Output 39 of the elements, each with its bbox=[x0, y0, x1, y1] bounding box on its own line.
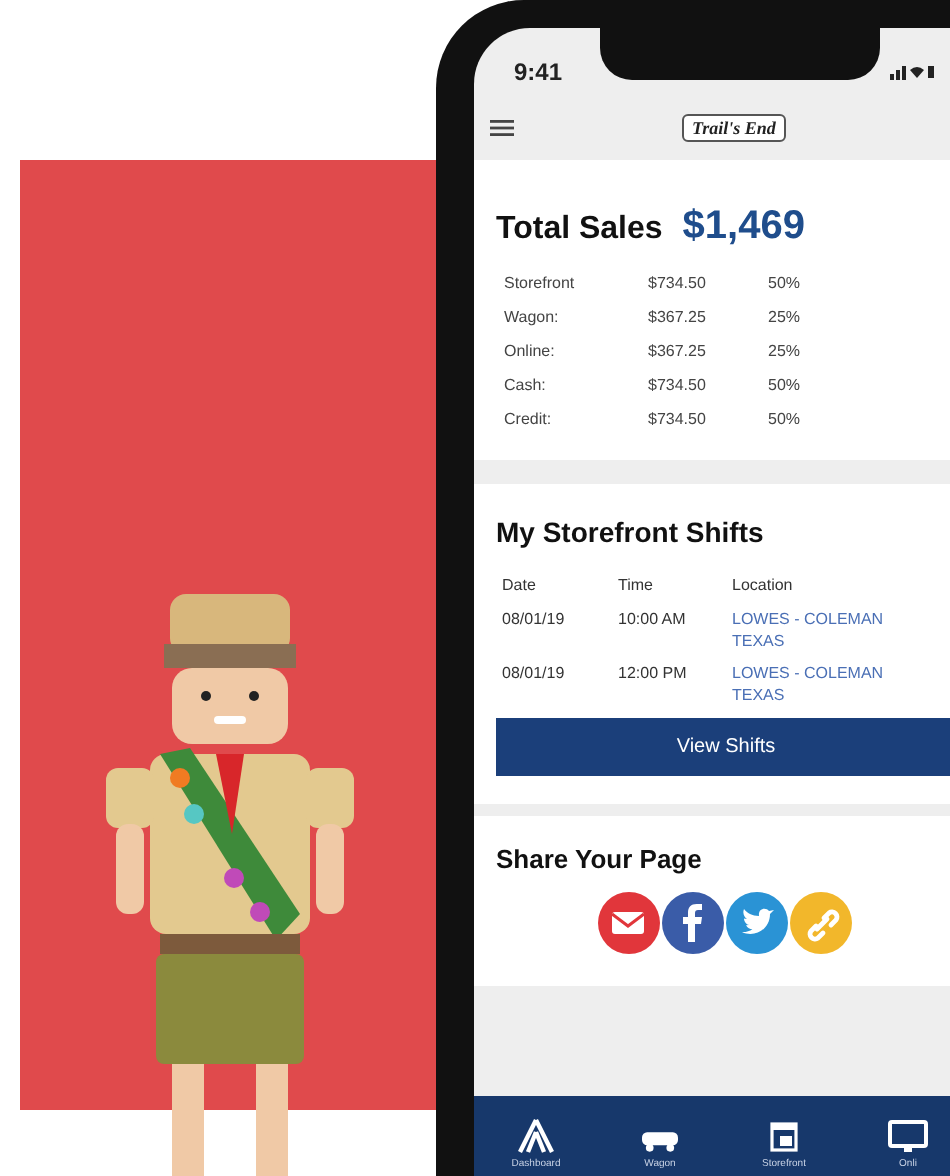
share-value: 25% bbox=[768, 340, 801, 364]
table-cell-text: 08/01/19 bbox=[502, 608, 567, 632]
table-cell-text: 12:00 PM bbox=[618, 662, 689, 686]
tent-icon bbox=[514, 1116, 558, 1156]
share-value: 50% bbox=[768, 374, 801, 398]
monitor-icon bbox=[886, 1116, 930, 1156]
section-title: Total Sales bbox=[496, 210, 663, 250]
channel-label: Storefront bbox=[504, 272, 577, 296]
column-header: Location bbox=[732, 574, 795, 598]
sales-total: $1,469 bbox=[682, 202, 805, 252]
share-value: 50% bbox=[768, 272, 801, 296]
section-title: Share Your Page bbox=[496, 842, 704, 878]
amount-value: $367.25 bbox=[648, 306, 708, 330]
view-shifts-button[interactable]: View Shifts bbox=[496, 718, 950, 776]
facebook-icon[interactable] bbox=[662, 891, 724, 953]
location-link[interactable]: LOWES - COLEMAN TEXAS bbox=[732, 608, 932, 652]
channel-label: Cash: bbox=[504, 374, 548, 398]
channel-label: Online: bbox=[504, 340, 557, 364]
share-value: 25% bbox=[768, 306, 801, 330]
bird-icon[interactable] bbox=[726, 891, 788, 953]
amount-value: $367.25 bbox=[648, 340, 708, 364]
channel-label: Credit: bbox=[504, 408, 554, 432]
status-icons bbox=[890, 64, 934, 80]
status-time: 9:41 bbox=[514, 56, 563, 90]
location-link[interactable]: LOWES - COLEMAN TEXAS bbox=[732, 662, 932, 706]
table-cell-text: 10:00 AM bbox=[618, 608, 688, 632]
column-header: Time bbox=[618, 574, 655, 598]
section-title: My Storefront Shifts bbox=[496, 514, 766, 552]
column-header: Date bbox=[502, 574, 538, 598]
amount-value: $734.50 bbox=[648, 408, 708, 432]
share-value: 50% bbox=[768, 408, 801, 432]
table-cell-text: 08/01/19 bbox=[502, 662, 567, 686]
amount-value: $734.50 bbox=[648, 272, 708, 296]
wagon-icon bbox=[642, 1132, 678, 1152]
logo: Trail's End bbox=[682, 114, 786, 142]
email-icon[interactable] bbox=[598, 891, 660, 953]
channel-label: Wagon: bbox=[504, 306, 561, 330]
menu-icon[interactable] bbox=[490, 120, 514, 136]
amount-value: $734.50 bbox=[648, 374, 708, 398]
